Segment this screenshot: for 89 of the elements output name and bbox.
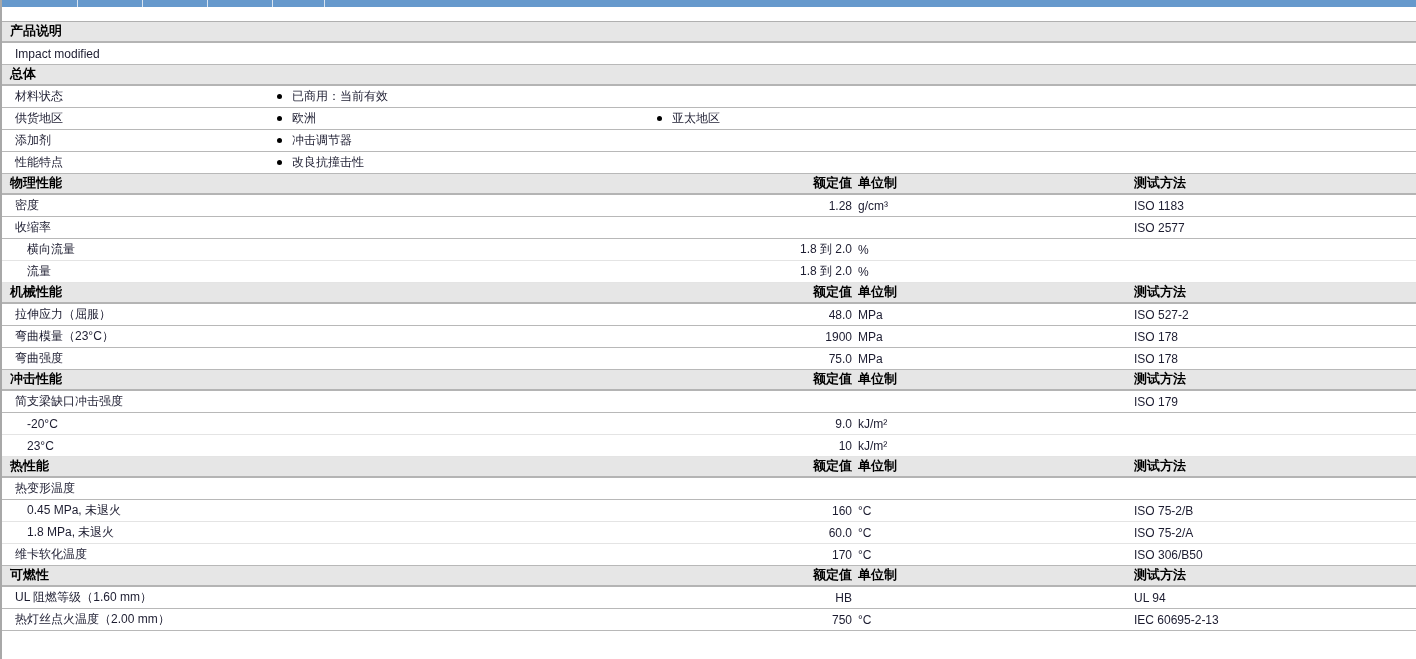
property-label: 密度 xyxy=(15,198,39,212)
unit-text: % xyxy=(858,264,869,279)
column-header: 测试方法 xyxy=(1134,567,1187,584)
section-title: 总体 xyxy=(8,66,37,83)
column-header: 单位制 xyxy=(857,567,898,584)
test-method: ISO 178 xyxy=(1134,351,1179,366)
unit-text: °C xyxy=(858,612,872,627)
property-value: 1.8 到 2.0 xyxy=(799,264,852,278)
test-method: ISO 179 xyxy=(1134,394,1179,409)
property-label: 23°C xyxy=(27,438,54,453)
property-label: 1.8 MPa, 未退火 xyxy=(27,525,115,539)
property-label: 流量 xyxy=(27,264,51,278)
property-label: 收缩率 xyxy=(15,220,51,234)
test-method: ISO 2577 xyxy=(1134,220,1185,235)
property-value: 欧洲 xyxy=(292,110,316,127)
property-label: -20°C xyxy=(27,416,58,431)
property-value: 1900 xyxy=(825,329,852,344)
property-label: 供货地区 xyxy=(14,110,64,127)
property-value: 170 xyxy=(831,547,852,562)
property-label: UL 阻燃等级（1.60 mm） xyxy=(15,590,152,604)
column-header: 测试方法 xyxy=(1134,175,1187,192)
property-label: 拉伸应力（屈服） xyxy=(15,307,111,321)
property-value: 亚太地区 xyxy=(672,110,720,127)
property-value: 10 xyxy=(838,438,852,453)
property-value: 48.0 xyxy=(828,307,852,322)
column-header: 单位制 xyxy=(857,371,898,388)
unit-text: g/cm³ xyxy=(858,198,888,213)
property-value: 1.28 xyxy=(828,198,852,213)
unit-text: kJ/m² xyxy=(858,438,888,453)
property-label: 维卡软化温度 xyxy=(15,547,87,561)
test-method: ISO 1183 xyxy=(1134,198,1184,213)
column-header: 额定值 xyxy=(812,567,852,584)
bullet-icon xyxy=(657,116,662,121)
test-method: ISO 75-2/A xyxy=(1134,525,1194,540)
property-value: 60.0 xyxy=(828,525,852,540)
unit-text: °C xyxy=(858,547,872,562)
test-method: ISO 527-2 xyxy=(1134,307,1189,322)
bullet-icon xyxy=(277,116,282,121)
property-label: 横向流量 xyxy=(27,242,75,256)
section-title: 热性能 xyxy=(9,458,50,475)
property-value: 9.0 xyxy=(835,416,852,431)
unit-text: MPa xyxy=(858,307,883,322)
column-header: 额定值 xyxy=(812,458,852,475)
section-title: 物理性能 xyxy=(9,175,63,192)
unit-text: % xyxy=(858,242,869,257)
test-method: IEC 60695-2-13 xyxy=(1134,612,1219,627)
section-title: 冲击性能 xyxy=(9,371,63,388)
property-label: 热变形温度 xyxy=(15,481,75,495)
property-label: 简支梁缺口冲击强度 xyxy=(15,394,123,408)
bullet-icon xyxy=(277,94,282,99)
bullet-icon xyxy=(277,160,282,165)
section-title: 机械性能 xyxy=(8,284,63,301)
description-text: Impact modified xyxy=(14,46,100,61)
column-header: 额定值 xyxy=(812,175,852,192)
property-value: 改良抗撞击性 xyxy=(292,154,364,171)
column-header: 单位制 xyxy=(857,175,898,192)
property-value: 75.0 xyxy=(828,351,852,366)
unit-text: kJ/m² xyxy=(858,416,888,431)
property-value: 1.8 到 2.0 xyxy=(799,242,852,256)
property-label: 热灯丝点火温度（2.00 mm） xyxy=(15,612,170,626)
test-method: UL 94 xyxy=(1134,590,1166,605)
column-header: 测试方法 xyxy=(1134,284,1187,301)
column-header: 测试方法 xyxy=(1134,458,1187,475)
property-label: 0.45 MPa, 未退火 xyxy=(27,503,122,517)
section-title: 产品说明 xyxy=(9,23,63,40)
unit-text: MPa xyxy=(858,351,883,366)
property-label: 弯曲模量（23°C） xyxy=(15,329,114,343)
column-header: 额定值 xyxy=(812,284,852,301)
test-method: ISO 306/B50 xyxy=(1134,547,1203,562)
property-value: 已商用：当前有效 xyxy=(292,88,388,105)
test-method: ISO 75-2/B xyxy=(1134,503,1194,518)
section-title: 可燃性 xyxy=(9,567,50,584)
property-label: 材料状态 xyxy=(14,88,64,105)
column-header: 额定值 xyxy=(812,371,852,388)
bullet-icon xyxy=(277,138,282,143)
property-label: 性能特点 xyxy=(14,154,64,171)
column-header: 测试方法 xyxy=(1134,371,1187,388)
unit-text: °C xyxy=(858,525,872,540)
unit-text: °C xyxy=(858,503,872,518)
property-label: 弯曲强度 xyxy=(15,351,63,365)
unit-text: MPa xyxy=(858,329,883,344)
test-method: ISO 178 xyxy=(1134,329,1179,344)
property-label: 添加剂 xyxy=(14,132,52,149)
property-value: 冲击调节器 xyxy=(292,132,352,149)
property-value: HB xyxy=(835,590,852,605)
property-value: 750 xyxy=(831,612,852,627)
column-header: 单位制 xyxy=(857,284,898,301)
property-value: 160 xyxy=(831,503,852,518)
column-header: 单位制 xyxy=(857,458,898,475)
